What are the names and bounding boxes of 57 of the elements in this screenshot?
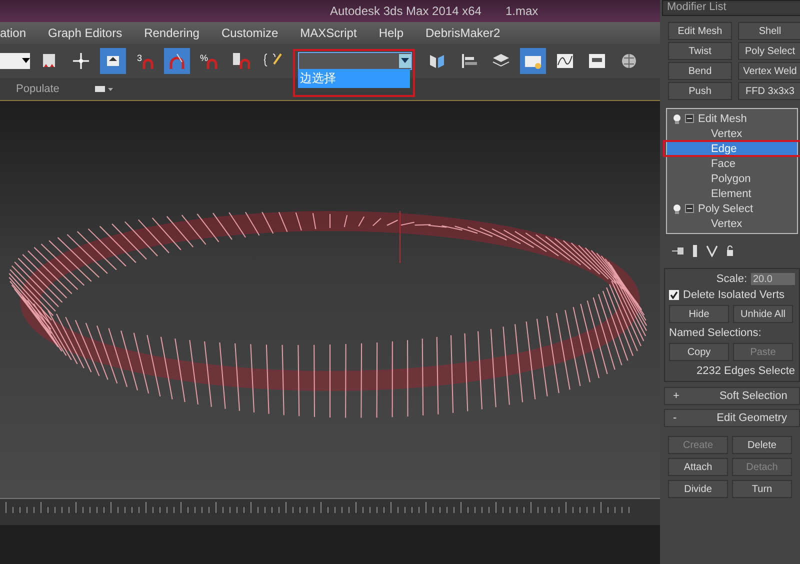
collapse-icon[interactable] xyxy=(685,114,694,123)
viewport[interactable] xyxy=(0,101,660,498)
checkbox[interactable] xyxy=(669,290,679,300)
menu-item[interactable]: DebrisMaker2 xyxy=(426,26,500,40)
named-selection-dropdown[interactable] xyxy=(298,52,412,70)
rollout-header[interactable]: - Edit Geometry xyxy=(664,409,800,427)
stack-subitem[interactable]: Face xyxy=(667,156,797,171)
menu-item[interactable]: Help xyxy=(378,26,404,40)
panel-button[interactable]: Attach xyxy=(668,458,728,476)
file-name: 1.max xyxy=(505,4,538,18)
scale-label: Scale: xyxy=(716,273,747,285)
bulb-icon[interactable] xyxy=(673,114,681,124)
bulb-icon[interactable] xyxy=(673,204,681,214)
selection-filter-dropdown[interactable] xyxy=(0,53,30,69)
caret-icon xyxy=(401,58,409,64)
menu-item[interactable]: MAXScript xyxy=(300,26,357,40)
modifier-button[interactable]: Push xyxy=(668,82,732,100)
modifier-button[interactable]: Edit Mesh xyxy=(668,22,732,40)
modifier-button[interactable]: Twist xyxy=(668,42,732,60)
panel-button[interactable]: Turn xyxy=(732,480,792,498)
stack-subitem[interactable]: Vertex xyxy=(667,126,797,141)
modifier-button[interactable]: Bend xyxy=(668,62,732,80)
menu-item[interactable]: Graph Editors xyxy=(48,26,122,40)
modifier-list-dropdown[interactable]: Modifier List xyxy=(662,0,800,16)
explorer-tool-icon[interactable] xyxy=(520,48,546,74)
rollout-header[interactable]: + Soft Selection xyxy=(664,387,800,405)
fork-icon[interactable] xyxy=(706,245,718,257)
selection-status: 2232 Edges Selecte xyxy=(696,365,795,377)
modifier-button[interactable]: Shell xyxy=(738,22,800,40)
stack-subitem[interactable]: Element xyxy=(667,186,797,201)
pin-icon[interactable] xyxy=(672,246,684,256)
lock-icon[interactable] xyxy=(726,245,734,257)
options-icon[interactable] xyxy=(95,85,114,93)
panel-button[interactable]: Copy xyxy=(669,343,729,361)
caret-icon xyxy=(22,58,30,64)
panel-button[interactable]: Hide xyxy=(669,305,729,323)
stack-subitem[interactable]: Vertex xyxy=(667,216,797,231)
checkbox-label: Delete Isolated Verts xyxy=(683,289,785,301)
menu-item[interactable]: Rendering xyxy=(144,26,200,40)
stack-subitem[interactable]: Polygon xyxy=(667,171,797,186)
panel-button[interactable]: Unhide All xyxy=(733,305,793,323)
bar-icon[interactable] xyxy=(692,245,698,257)
modifier-button[interactable]: FFD 3x3x3 xyxy=(738,82,800,100)
menu-item[interactable]: Customize xyxy=(221,26,278,40)
select-tool-icon[interactable] xyxy=(100,48,126,74)
menu-item[interactable]: ation xyxy=(0,26,26,40)
panel-button[interactable]: Delete xyxy=(732,436,792,454)
modifier-button[interactable]: Poly Select xyxy=(738,42,800,60)
panel-button[interactable]: Divide xyxy=(668,480,728,498)
named-selections-label: Named Selections: xyxy=(669,327,762,339)
stack-item[interactable]: Poly Select xyxy=(667,201,797,216)
stack-item[interactable]: Edit Mesh xyxy=(667,111,797,126)
window-title: Autodesk 3ds Max 2014 x64 xyxy=(330,4,482,18)
collapse-icon[interactable] xyxy=(685,204,694,213)
modifier-button[interactable]: Vertex Weld xyxy=(738,62,800,80)
scale-field[interactable]: 20.0 xyxy=(751,273,795,285)
ribbon-tab[interactable]: Populate xyxy=(16,83,60,95)
